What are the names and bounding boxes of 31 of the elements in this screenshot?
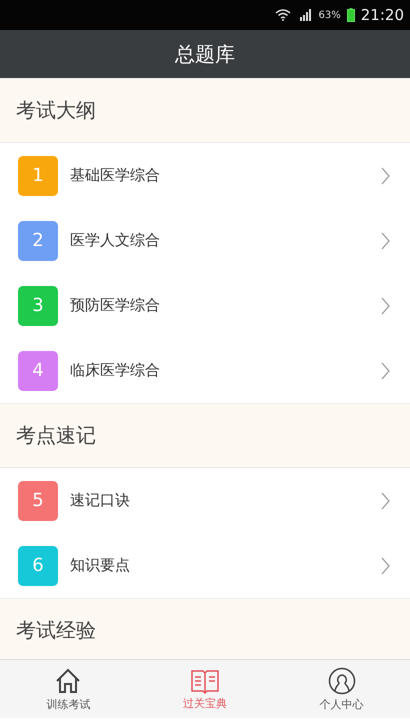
chevron-right-icon <box>381 492 390 510</box>
item-label: 知识要点 <box>70 556 131 575</box>
chevron-right-icon <box>381 362 390 380</box>
chevron-right-icon <box>381 166 390 184</box>
battery-icon <box>346 8 355 22</box>
number-badge: 5 <box>18 480 58 520</box>
chevron-right-icon <box>381 232 390 250</box>
number-badge: 4 <box>18 350 58 390</box>
wifi-icon <box>274 9 291 21</box>
tab[interactable]: 训练考试 <box>0 660 137 718</box>
battery-percent: 63% <box>318 10 341 20</box>
number-badge: 2 <box>18 220 58 260</box>
item-label: 预防医学综合 <box>70 296 161 315</box>
page-title: 总题库 <box>175 40 235 68</box>
chevron-right-icon <box>381 296 390 314</box>
number-badge: 1 <box>18 156 58 196</box>
clock: 21:20 <box>360 6 404 24</box>
section-title: 考试经验 <box>16 617 96 644</box>
number-badge: 3 <box>18 286 58 326</box>
section-title: 考试大纲 <box>16 97 96 124</box>
item-label: 医学人文综合 <box>70 231 161 250</box>
open-book-icon <box>190 668 220 694</box>
chevron-right-icon <box>381 556 390 574</box>
home-icon <box>54 666 82 694</box>
item-label: 临床医学综合 <box>70 361 161 380</box>
number-badge: 6 <box>18 546 58 586</box>
person-icon <box>328 666 356 694</box>
section-title: 考点速记 <box>16 422 96 449</box>
item-label: 基础医学综合 <box>70 166 161 185</box>
item-label: 速记口诀 <box>70 491 131 510</box>
tab[interactable]: 个人中心 <box>273 660 410 718</box>
